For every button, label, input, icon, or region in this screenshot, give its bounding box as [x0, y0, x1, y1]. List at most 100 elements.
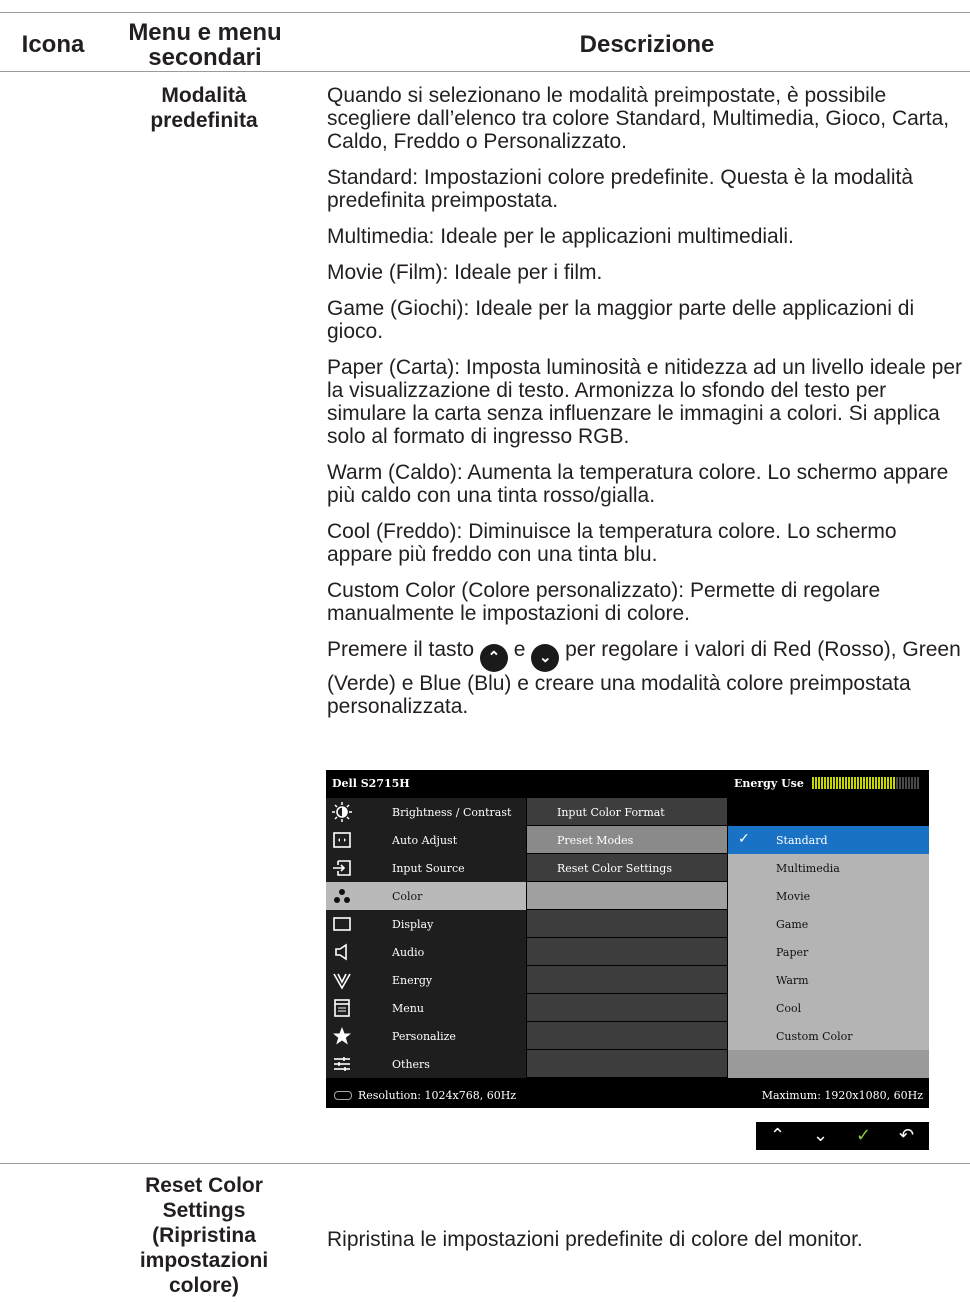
table-top-rule	[0, 12, 970, 13]
menu-item-audio[interactable]: Audio	[326, 938, 526, 966]
submenu-blank-row	[527, 1022, 727, 1049]
menu-item-input-source[interactable]: Input Source	[326, 854, 526, 882]
back-icon[interactable]: ↶	[885, 1122, 928, 1150]
preset-blank-row	[728, 1050, 929, 1078]
energy-segment	[887, 777, 889, 789]
energy-segment	[833, 777, 835, 789]
resolution-text: Resolution: 1024x768, 60Hz	[358, 1089, 517, 1102]
energy-segment	[869, 777, 871, 789]
submenu-preset-modes-item[interactable]: Preset Modes	[527, 826, 727, 853]
energy-segment	[836, 777, 838, 789]
row-divider	[0, 1163, 970, 1164]
energy-segment	[857, 777, 859, 789]
header-menu: Menu e menu secondari	[128, 19, 282, 71]
energy-segment	[878, 777, 880, 789]
preset-standard[interactable]: ✓ Standard	[728, 826, 929, 854]
check-icon[interactable]: ✓	[842, 1122, 885, 1150]
brightness-icon	[332, 802, 352, 822]
energy-segment	[839, 777, 841, 789]
menu-item-energy[interactable]: Energy	[326, 966, 526, 994]
menu-item-display[interactable]: Display	[326, 910, 526, 938]
desc-para: Cool (Freddo): Diminuisce la temperatura…	[327, 520, 897, 566]
menu-item-brightness[interactable]: Brightness / Contrast	[326, 798, 526, 826]
energy-segment	[815, 777, 817, 789]
menu-icon	[334, 999, 350, 1017]
osd-color-submenu: Input Color Format Preset Modes Reset Co…	[527, 798, 727, 1078]
desc-para: Quando si selezionano le modalità preimp…	[327, 84, 950, 153]
energy-icon	[333, 973, 351, 990]
osd-model: Dell S2715H	[332, 777, 410, 790]
submenu-blank-row	[527, 966, 727, 993]
auto-adjust-icon	[333, 832, 351, 848]
submenu-preset-modes: Modalità predefinita	[150, 84, 258, 132]
menu-item-personalize[interactable]: Personalize	[326, 1022, 526, 1050]
energy-segment	[908, 777, 910, 789]
display-icon	[333, 917, 351, 931]
energy-segment	[824, 777, 826, 789]
energy-segment	[848, 777, 850, 789]
input-source-icon	[333, 860, 351, 876]
header-rule	[0, 71, 970, 72]
down-button-icon: ⌄	[531, 644, 560, 672]
energy-segment	[851, 777, 853, 789]
energy-segment	[818, 777, 820, 789]
desc-para: Standard: Impostazioni colore predefinit…	[327, 166, 914, 212]
energy-segment	[854, 777, 856, 789]
energy-segment	[893, 777, 895, 789]
energy-segment	[812, 777, 814, 789]
energy-segment	[875, 777, 877, 789]
energy-segment	[917, 777, 919, 789]
preset-custom-color[interactable]: Custom Color	[728, 1022, 929, 1050]
submenu-blank-row	[527, 938, 727, 965]
submenu-blank-row	[527, 910, 727, 937]
menu-item-color[interactable]: Color	[326, 882, 526, 910]
up-icon[interactable]: ⌃	[756, 1122, 799, 1150]
energy-segment	[860, 777, 862, 789]
preset-multimedia[interactable]: Multimedia	[728, 854, 929, 882]
audio-icon	[335, 943, 347, 961]
energy-segment	[827, 777, 829, 789]
check-icon: ✓	[738, 831, 750, 847]
osd-preset-list: ✓ Standard Multimedia Movie Game Paper Wa…	[728, 798, 929, 1078]
preset-warm[interactable]: Warm	[728, 966, 929, 994]
desc-para: Movie (Film): Ideale per i film.	[327, 261, 603, 284]
osd-energy-label: Energy Use	[734, 777, 804, 790]
menu-item-auto-adjust[interactable]: Auto Adjust	[326, 826, 526, 854]
preset-cool[interactable]: Cool	[728, 994, 929, 1022]
energy-segment	[866, 777, 868, 789]
maximum-text: Maximum: 1920x1080, 60Hz	[761, 1089, 923, 1102]
resolution-icon	[334, 1091, 352, 1100]
down-icon[interactable]: ⌄	[799, 1122, 842, 1150]
desc-para: Paper (Carta): Imposta luminosità e niti…	[327, 356, 962, 448]
menu-item-menu[interactable]: Menu	[326, 994, 526, 1022]
preset-movie[interactable]: Movie	[728, 882, 929, 910]
energy-segment	[884, 777, 886, 789]
submenu-blank-row	[527, 994, 727, 1021]
preset-game[interactable]: Game	[728, 910, 929, 938]
up-button-icon: ⌃	[479, 644, 508, 672]
desc-para: Multimedia: Ideale per le applicazioni m…	[327, 225, 794, 248]
energy-segment	[905, 777, 907, 789]
energy-segment	[881, 777, 883, 789]
submenu-reset-color-settings[interactable]: Reset Color Settings	[527, 854, 727, 881]
submenu-blank-row	[527, 882, 727, 909]
submenu-reset-color: Reset Color Settings (Ripristina imposta…	[139, 1174, 269, 1297]
submenu-blank-row	[527, 1050, 727, 1077]
color-icon	[334, 889, 350, 903]
energy-segment	[821, 777, 823, 789]
energy-meter	[812, 777, 919, 789]
preset-description: Quando si selezionano le modalità preimp…	[327, 84, 967, 731]
header-icon: Icona	[21, 31, 85, 58]
menu-item-others[interactable]: Others	[326, 1050, 526, 1078]
osd-main-menu: Brightness / Contrast Auto Adjust Input …	[326, 798, 526, 1078]
desc-para: Warm (Caldo): Aumenta la temperatura col…	[327, 461, 949, 507]
osd-button-bar: ⌃ ⌄ ✓ ↶	[756, 1122, 929, 1150]
energy-segment	[902, 777, 904, 789]
energy-segment	[872, 777, 874, 789]
preset-header-blank	[728, 798, 929, 826]
energy-segment	[899, 777, 901, 789]
energy-segment	[863, 777, 865, 789]
energy-segment	[914, 777, 916, 789]
preset-paper[interactable]: Paper	[728, 938, 929, 966]
submenu-input-color-format[interactable]: Input Color Format	[527, 798, 727, 825]
